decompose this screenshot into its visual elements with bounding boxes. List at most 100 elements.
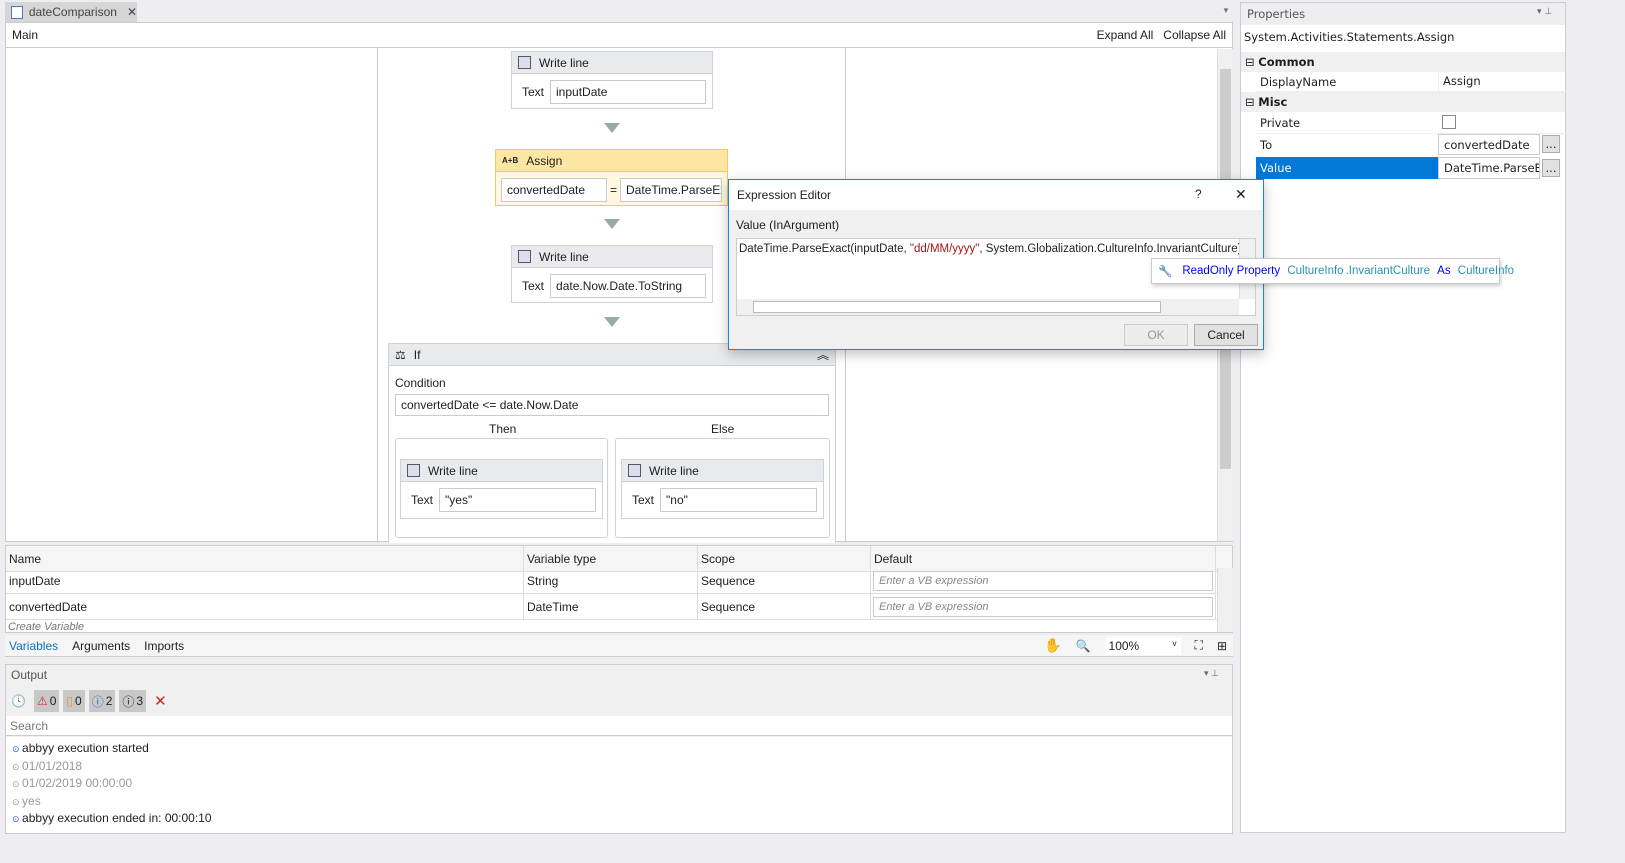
activity-title: Write line — [539, 249, 589, 264]
activity-title: Write line — [428, 463, 478, 478]
text-field[interactable]: inputDate — [550, 80, 706, 104]
assign-value-field[interactable]: DateTime.ParseExa — [620, 178, 722, 202]
designer-header: Main Expand All Collapse All — [6, 23, 1232, 48]
collapse-icon: ⊟ — [1245, 55, 1259, 69]
variables-table: Name Variable type Scope Default inputDa… — [5, 545, 1233, 633]
properties-title: Properties — [1241, 3, 1565, 25]
breadcrumb[interactable]: Main — [12, 28, 38, 42]
to-field[interactable]: convertedDate — [1438, 134, 1540, 155]
private-checkbox[interactable] — [1442, 115, 1456, 129]
property-label: To — [1260, 138, 1273, 152]
table-row[interactable]: convertedDate DateTime Sequence Enter a … — [6, 594, 1232, 620]
zoom-magnifier-icon[interactable]: 🔍 — [1076, 639, 1091, 653]
assign-activity[interactable]: A+B Assign convertedDate=DateTime.ParseEx… — [495, 149, 728, 206]
text-field[interactable]: "yes" — [439, 488, 596, 512]
output-panel: Output ▾ ⊥ 🕓 ⚠ 0 ▯ 0 ⓘ 2 ⓘ 3 ✕ Search ⊙ abby… — [5, 664, 1233, 834]
log-line: ⊙ abbyy execution ended in: 00:00:10 — [12, 811, 212, 825]
pin-icon[interactable]: ▾ ⊥ — [1204, 668, 1219, 679]
value-ellipsis-button[interactable]: ... — [1542, 159, 1560, 177]
assign-to-field[interactable]: convertedDate — [501, 178, 607, 202]
activity-title: Write line — [539, 55, 589, 70]
default-input[interactable]: Enter a VB expression — [873, 596, 1213, 617]
tab-arguments[interactable]: Arguments — [72, 639, 130, 653]
property-row-selected[interactable]: ValueDateTime.ParseExa... — [1256, 157, 1566, 179]
text-field[interactable]: date.Now.Date.ToString — [550, 274, 706, 298]
writeline-activity[interactable]: Write line Text inputDate — [511, 51, 713, 109]
to-ellipsis-button[interactable]: ... — [1542, 135, 1560, 153]
help-button[interactable]: ? — [1195, 187, 1202, 201]
property-label: DisplayName — [1260, 75, 1337, 89]
property-label: Private — [1260, 116, 1301, 130]
collapse-all-button[interactable]: Collapse All — [1163, 28, 1226, 42]
output-search-input[interactable]: Search — [6, 716, 1232, 736]
warnings-filter[interactable]: ▯ 0 — [63, 690, 85, 712]
expand-all-button[interactable]: Expand All — [1097, 28, 1154, 42]
trace-filter[interactable]: ⓘ 3 — [119, 690, 147, 712]
property-row[interactable]: DisplayName Assign — [1256, 72, 1566, 92]
else-label: Else — [711, 422, 735, 436]
argument-label: Value (InArgument) — [736, 218, 840, 232]
default-input[interactable]: Enter a VB expression — [873, 570, 1213, 591]
variable-scope[interactable]: Sequence — [698, 594, 871, 619]
writeline-activity[interactable]: Write line Text "yes" — [400, 459, 603, 519]
fit-to-screen-icon[interactable]: ⛶ — [1195, 638, 1203, 653]
category-common[interactable]: ⊟ Common — [1241, 52, 1565, 72]
info-filter[interactable]: ⓘ 2 — [88, 690, 116, 712]
pin-icon[interactable]: ▾ ⊥ — [1537, 7, 1552, 17]
property-row[interactable]: Private — [1256, 112, 1566, 134]
overview-icon[interactable]: ⊞ — [1217, 639, 1227, 653]
pan-hand-icon[interactable]: ✋ — [1044, 637, 1061, 654]
variable-name[interactable]: inputDate — [6, 568, 524, 593]
tab-imports[interactable]: Imports — [144, 639, 184, 653]
ok-button[interactable]: OK — [1124, 324, 1188, 346]
variable-name[interactable]: convertedDate — [6, 594, 524, 619]
output-title: Output — [11, 668, 48, 682]
tab-dropdown-icon[interactable]: ▼ — [1222, 6, 1230, 15]
text-label: Text — [522, 85, 545, 99]
else-branch[interactable]: Write line Text "no" — [615, 438, 830, 538]
category-misc[interactable]: ⊟ Misc — [1241, 92, 1565, 112]
wrench-icon: 🔧 — [1158, 266, 1173, 278]
text-label: Text — [522, 279, 545, 293]
text-field[interactable]: "no" — [660, 488, 817, 512]
assign-icon: A+B — [502, 156, 519, 165]
then-label: Then — [489, 422, 517, 436]
workflow-file-icon — [11, 5, 23, 19]
activity-title: Assign — [526, 153, 563, 168]
warning-icon: ▯ — [66, 694, 74, 708]
zoom-select[interactable]: 100% v — [1104, 636, 1181, 655]
variable-type[interactable]: String — [524, 568, 698, 593]
variable-scope[interactable]: Sequence — [698, 568, 871, 593]
log-line: ⊙ abbyy execution started — [12, 741, 149, 755]
writeline-icon — [407, 464, 420, 477]
cancel-button[interactable]: Cancel — [1194, 324, 1258, 346]
variables-scrollbar[interactable] — [1217, 568, 1233, 632]
condition-field[interactable]: convertedDate <= date.Now.Date — [395, 394, 829, 416]
errors-filter[interactable]: ⚠ 0 — [33, 690, 60, 712]
document-tab[interactable]: dateComparison ✕ — [5, 2, 137, 22]
clear-icon[interactable]: ✕ — [154, 692, 167, 710]
tab-variables[interactable]: Variables — [9, 639, 58, 653]
property-row[interactable]: To convertedDate... — [1256, 134, 1566, 156]
writeline-activity[interactable]: Write line Text "no" — [621, 459, 824, 519]
zoom-value: 100% — [1108, 638, 1140, 653]
close-icon[interactable]: ✕ — [127, 5, 137, 19]
value-field[interactable]: DateTime.ParseExa — [1438, 157, 1540, 179]
if-icon: ⚖ — [395, 347, 406, 362]
if-activity[interactable]: ⚖ If ︽ Condition convertedDate <= date.Now… — [388, 343, 836, 543]
dialog-titlebar: Expression Editor ? ✕ — [729, 180, 1263, 210]
output-log: ⊙ abbyy execution started ⊙ 01/01/2018 ⊙… — [6, 737, 1232, 833]
flow-arrow-icon — [604, 123, 620, 133]
variable-type[interactable]: DateTime — [524, 594, 698, 619]
scrollbar-thumb[interactable] — [753, 301, 1161, 313]
close-button[interactable]: ✕ — [1235, 186, 1247, 203]
expression-hscroll[interactable] — [737, 299, 1239, 315]
clock-icon[interactable]: 🕓 — [11, 694, 26, 708]
create-variable[interactable]: Create Variable — [8, 621, 84, 633]
displayname-value[interactable]: Assign — [1438, 72, 1485, 91]
error-icon: ⚠ — [36, 694, 48, 708]
then-branch[interactable]: Write line Text "yes" — [395, 438, 608, 538]
writeline-activity[interactable]: Write line Text date.Now.Date.ToString — [511, 245, 713, 303]
condition-label: Condition — [395, 376, 446, 390]
table-row[interactable]: inputDate String Sequence Enter a VB exp… — [6, 568, 1232, 594]
